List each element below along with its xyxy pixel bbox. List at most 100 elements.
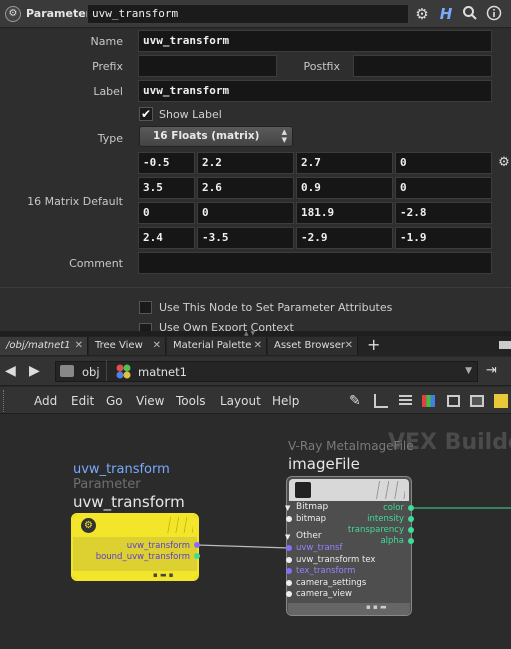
matrix-cell[interactable]: -1.9 [395, 227, 492, 249]
other-group-label: Other [296, 531, 322, 541]
name-field[interactable]: uvw_transform [138, 30, 492, 52]
path-field[interactable]: obj matnet1 ▼ [55, 360, 478, 382]
parameter-type-icon: ⚙ [5, 6, 21, 22]
forward-arrow-icon[interactable]: ▶ [29, 363, 40, 379]
tab-network[interactable]: /obj/matnet1 ✕ [0, 337, 88, 355]
close-icon[interactable]: ✕ [153, 337, 161, 355]
param-output-uvw-transform: uvw_transform [126, 541, 190, 551]
param-node-header: ⚙ [73, 515, 197, 537]
matrix-cell[interactable]: -0.5 [138, 152, 195, 174]
matrix-cell[interactable]: 181.9 [296, 202, 393, 224]
matrix-cell[interactable]: 0.9 [296, 177, 393, 199]
matrix-cell[interactable]: -3.5 [197, 227, 294, 249]
type-dropdown[interactable]: 16 Floats (matrix) ▲ ▼ [139, 126, 293, 147]
uvw-transform-tex-input-port[interactable] [286, 557, 292, 563]
label-field[interactable]: uvw_transform [138, 80, 492, 102]
close-icon[interactable]: ✕ [254, 337, 262, 355]
param-node-title-top: uvw_transform [73, 462, 170, 477]
bitmap-group-arrow[interactable]: ▼ [285, 504, 290, 512]
back-arrow-icon[interactable]: ◀ [5, 363, 16, 379]
tex-transform-input-port[interactable] [286, 568, 292, 574]
prefix-field[interactable] [138, 55, 277, 77]
search-icon[interactable] [461, 5, 479, 23]
other-group-arrow[interactable]: ▼ [285, 533, 290, 541]
color-output-label: color [383, 503, 404, 513]
matrix-cell[interactable]: 0 [197, 202, 294, 224]
wrench-icon[interactable]: ✎ [349, 393, 361, 409]
menu-tools[interactable]: Tools [176, 394, 206, 408]
tree-layout-icon[interactable] [374, 394, 388, 408]
help-h-icon[interactable]: H [437, 5, 455, 23]
use-export-checkbox[interactable] [139, 323, 152, 331]
matrix-label: 16 Matrix Default [27, 195, 123, 208]
thumbnail-icon[interactable] [470, 395, 484, 407]
show-label-checkbox[interactable]: ✔ [139, 107, 153, 121]
menu-layout[interactable]: Layout [220, 394, 261, 408]
param-node-footer: ▪ ▬ ▪ [73, 571, 197, 579]
param-output-port[interactable] [194, 542, 200, 548]
matrix-cell[interactable]: 0 [395, 152, 492, 174]
matrix-gear-icon[interactable]: ⚙ [495, 154, 511, 172]
info-icon[interactable] [485, 5, 503, 23]
matrix-cell[interactable]: 2.2 [197, 152, 294, 174]
tex-transform-input-label: tex_transform [296, 566, 356, 576]
alpha-output-port[interactable] [408, 538, 414, 544]
tab-asset-browser[interactable]: Asset Browser ✕ [268, 337, 358, 355]
sticky-note-icon[interactable] [494, 394, 508, 408]
matrix-cell[interactable]: -2.8 [395, 202, 492, 224]
matrix-cell[interactable]: -2.9 [296, 227, 393, 249]
path-segment-matnet[interactable]: matnet1 [138, 365, 187, 379]
close-icon[interactable]: ✕ [345, 337, 353, 355]
parameter-type-label: Parameter [26, 7, 92, 20]
path-dropdown-icon[interactable]: ▼ [465, 366, 472, 376]
param-output-port[interactable] [194, 553, 200, 559]
intensity-output-port[interactable] [408, 516, 414, 522]
matrix-cell[interactable]: 3.5 [138, 177, 195, 199]
tab-tree-view[interactable]: Tree View ✕ [89, 337, 166, 355]
clip-box: Use Own Export Context [0, 320, 511, 331]
camera-settings-input-label: camera_settings [296, 578, 367, 588]
camera-view-input-port[interactable] [286, 591, 292, 597]
node-name-field[interactable]: uvw_transform [87, 4, 409, 24]
bitmap-group-label: Bitmap [296, 502, 329, 512]
menu-help[interactable]: Help [272, 394, 299, 408]
bitmap-input-port[interactable] [286, 516, 292, 522]
color-palette-icon[interactable] [422, 395, 435, 407]
menu-go[interactable]: Go [106, 394, 123, 408]
postfix-label: Postfix [303, 60, 340, 73]
tab-material-palette[interactable]: Material Palette ✕ [167, 337, 267, 355]
pane-menu-icon[interactable] [499, 341, 511, 349]
section-divider [0, 287, 511, 288]
color-output-port[interactable] [408, 505, 414, 511]
dropdown-arrows-icon: ▲ ▼ [281, 128, 287, 144]
grid-view-icon[interactable] [447, 395, 460, 407]
matnet-icon [116, 364, 131, 379]
comment-field[interactable] [138, 252, 492, 274]
postfix-field[interactable] [353, 55, 492, 77]
image-node-type: V-Ray MetaImageFile [288, 439, 414, 453]
transparency-output-port[interactable] [408, 527, 414, 533]
menu-edit[interactable]: Edit [71, 394, 94, 408]
gear-icon[interactable]: ⚙ [413, 5, 431, 23]
path-segment-obj[interactable]: obj [82, 365, 100, 379]
camera-settings-input-port[interactable] [286, 580, 292, 586]
use-node-checkbox[interactable] [139, 301, 152, 314]
add-tab-icon[interactable]: + [367, 336, 380, 354]
uvw-transf-input-port[interactable] [286, 545, 292, 551]
use-export-text: Use Own Export Context [159, 321, 294, 331]
transparency-output-label: transparency [347, 525, 404, 535]
matrix-cell[interactable]: 2.7 [296, 152, 393, 174]
menu-add[interactable]: Add [34, 394, 57, 408]
param-node[interactable]: ⚙ uvw_transform bound_uvw_transform ▪ ▬ … [71, 513, 199, 581]
label-label: Label [93, 85, 123, 98]
matrix-cell[interactable]: 2.6 [197, 177, 294, 199]
list-view-icon[interactable] [399, 395, 412, 407]
folder-icon [60, 365, 74, 377]
matrix-cell[interactable]: 0 [395, 177, 492, 199]
uvw-transform-tex-input-label: uvw_transform tex [296, 555, 376, 565]
close-icon[interactable]: ✕ [75, 337, 83, 355]
menu-view[interactable]: View [136, 394, 164, 408]
pin-icon[interactable]: ⇥ [486, 363, 497, 378]
matrix-cell[interactable]: 2.4 [138, 227, 195, 249]
matrix-cell[interactable]: 0 [138, 202, 195, 224]
